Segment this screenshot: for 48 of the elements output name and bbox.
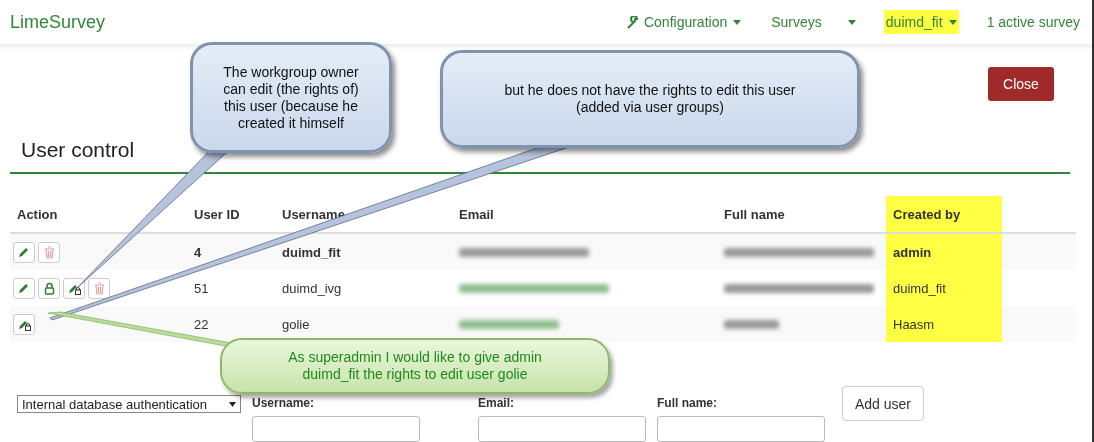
table-cell-text: 51 [193, 279, 210, 298]
lock-button[interactable] [38, 277, 60, 299]
caret-icon [847, 19, 856, 25]
table-cell: Haasm [886, 306, 1002, 342]
table-cell: duimd_fit [886, 270, 1002, 306]
rights-button[interactable] [13, 313, 35, 335]
nav-menu-item[interactable]: 1 active survey [984, 10, 1082, 34]
column-header: Full name [723, 205, 786, 224]
caret-icon [733, 19, 742, 25]
table-cell-text: golie [281, 315, 311, 334]
field-label: Username: [252, 396, 316, 410]
column-header: Username [281, 205, 346, 224]
auth-select[interactable]: Internal database authentication [17, 395, 241, 413]
table-cell-text: duimd_fit [281, 243, 342, 262]
nav-menu-item[interactable]: Surveys [769, 10, 858, 34]
add-user-button[interactable]: Add user [842, 386, 924, 421]
callout-bubble: but he does not have the rights to edit this user (added via user groups) [440, 50, 860, 148]
nav-menu-item[interactable]: duimd_fit [883, 10, 959, 34]
caret-icon [229, 401, 236, 407]
caret-icon [948, 19, 957, 25]
close-button[interactable]: Close [988, 67, 1054, 101]
trash-icon [43, 245, 55, 259]
blurred-text [724, 319, 779, 329]
callout-bubble: The workgroup owner can edit (the rights of) this user (because he created it himself [190, 42, 392, 153]
text-field[interactable] [478, 416, 646, 442]
edit-button[interactable] [13, 277, 35, 299]
column-header: Email [458, 205, 495, 224]
field-label: Full name: [657, 396, 718, 410]
rights-button[interactable] [63, 277, 85, 299]
column-header: User ID [193, 205, 241, 224]
pencil-icon [18, 282, 30, 294]
brand-logo[interactable]: LimeSurvey [10, 11, 599, 33]
table-cell-text: 22 [193, 315, 210, 334]
edit-button[interactable] [13, 241, 35, 263]
wrench-icon [626, 15, 640, 29]
table-cell-text: duimd_ivg [281, 279, 343, 298]
text-field[interactable] [252, 416, 420, 442]
lock-icon [43, 281, 55, 295]
field-label: Email: [478, 396, 515, 410]
nav-menu-item[interactable]: Configuration [624, 10, 744, 34]
table-cell: admin [886, 234, 1002, 270]
pencil-icon [18, 246, 30, 258]
column-header: Action [16, 205, 59, 224]
text-field[interactable] [657, 416, 825, 442]
trash-icon [93, 281, 105, 295]
callout-bubble: As superadmin I would like to give admin duimd_fit the rights to edit user golie [220, 338, 610, 394]
table-cell-text: 4 [193, 243, 203, 262]
column-header: Created by [886, 196, 1002, 232]
